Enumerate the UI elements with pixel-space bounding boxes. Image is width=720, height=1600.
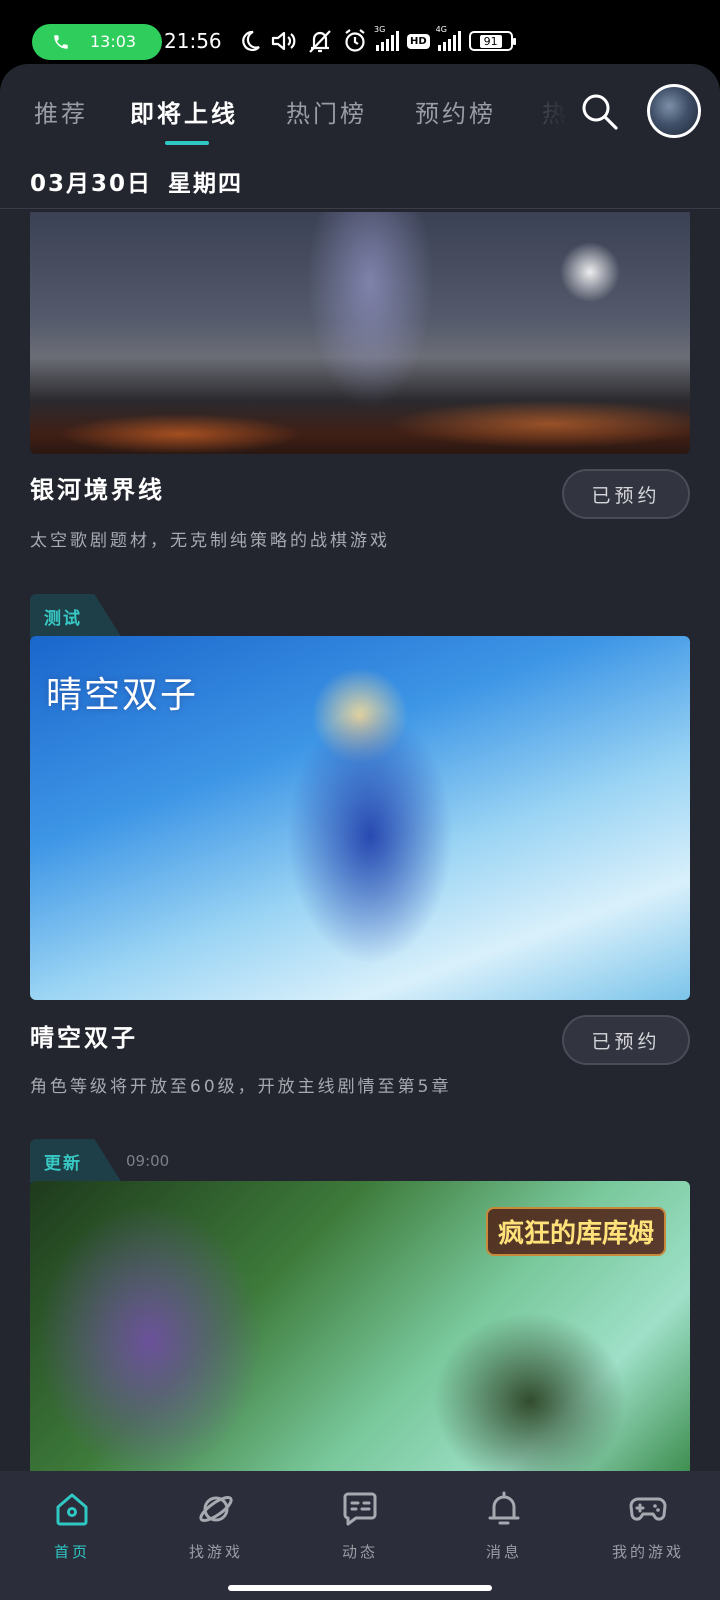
- game-title[interactable]: 晴空双子: [30, 1018, 138, 1053]
- game-description: 角色等级将开放至60级，开放主线剧情至第5章: [30, 1077, 452, 1097]
- chat-icon: [343, 1492, 377, 1526]
- call-duration: 13:03: [90, 32, 137, 51]
- nav-messages[interactable]: 消息: [449, 1489, 559, 1569]
- avatar[interactable]: [647, 84, 701, 138]
- search-icon[interactable]: [578, 90, 622, 134]
- phone-icon: [54, 35, 68, 49]
- divider: [0, 208, 720, 209]
- reserved-button[interactable]: 已预约: [562, 1015, 690, 1065]
- game-banner-galaxy[interactable]: [30, 212, 690, 454]
- clock: 21:56: [164, 29, 222, 53]
- tag-badge-update: 更新: [30, 1139, 122, 1183]
- nav-find-games[interactable]: 找游戏: [161, 1489, 271, 1569]
- nav-home[interactable]: 首页: [17, 1489, 127, 1569]
- active-tab-indicator: [165, 141, 209, 145]
- banner-logo: 疯狂的库库姆: [485, 1207, 666, 1256]
- status-bar: 13:03 21:56 3G HD 4G 91: [0, 0, 720, 64]
- home-icon: [56, 1493, 88, 1526]
- moon-icon: [242, 30, 260, 52]
- vibrate-off-icon: [309, 30, 331, 53]
- status-icons: 3G HD 4G 91: [238, 25, 516, 56]
- hd-badge: HD: [407, 33, 430, 49]
- alarm-icon: [345, 29, 365, 52]
- planet-icon: [199, 1496, 233, 1522]
- tab-upcoming[interactable]: 即将上线: [130, 94, 238, 129]
- bottom-nav: 首页 找游戏 动态 消息 我的游戏: [0, 1471, 720, 1600]
- volume-icon: [271, 31, 296, 51]
- battery-icon: 91: [468, 31, 516, 51]
- nav-feed[interactable]: 动态: [305, 1489, 415, 1569]
- tag-badge-test: 测试: [30, 594, 122, 638]
- banner-logo: 晴空双子: [46, 675, 199, 716]
- game-description: 太空歌剧题材，无克制纯策略的战棋游戏: [30, 531, 390, 551]
- tab-fade: [520, 84, 570, 134]
- date-header: 03月30日 星期四: [30, 164, 259, 198]
- game-banner-kukumu[interactable]: 疯狂的库库姆: [30, 1181, 690, 1481]
- tab-reservation-chart[interactable]: 预约榜: [415, 94, 496, 129]
- reserved-button[interactable]: 已预约: [562, 469, 690, 519]
- tab-hot-chart[interactable]: 热门榜: [286, 94, 367, 129]
- signal-3g-icon: 3G: [374, 25, 399, 51]
- signal-4g-icon: 4G: [436, 25, 461, 51]
- game-title[interactable]: 银河境界线: [30, 470, 165, 505]
- date-label: 03月30日: [30, 171, 153, 197]
- tab-recommend[interactable]: 推荐: [34, 94, 88, 129]
- home-indicator[interactable]: [228, 1585, 492, 1591]
- ongoing-call-pill[interactable]: 13:03: [32, 24, 162, 60]
- game-banner-qingkong[interactable]: 晴空双子: [30, 636, 690, 1000]
- app-panel: 推荐 即将上线 热门榜 预约榜 热 03月30日星期四 银河境界线 已预约 太空…: [0, 64, 720, 1600]
- battery-level: 91: [479, 34, 502, 48]
- update-time: 09:00: [126, 1152, 170, 1170]
- bell-icon: [488, 1491, 520, 1525]
- top-tabs: 推荐 即将上线 热门榜 预约榜 热: [0, 64, 720, 146]
- gamepad-icon: [629, 1497, 667, 1521]
- nav-my-games[interactable]: 我的游戏: [593, 1489, 703, 1569]
- weekday-label: 星期四: [168, 171, 244, 197]
